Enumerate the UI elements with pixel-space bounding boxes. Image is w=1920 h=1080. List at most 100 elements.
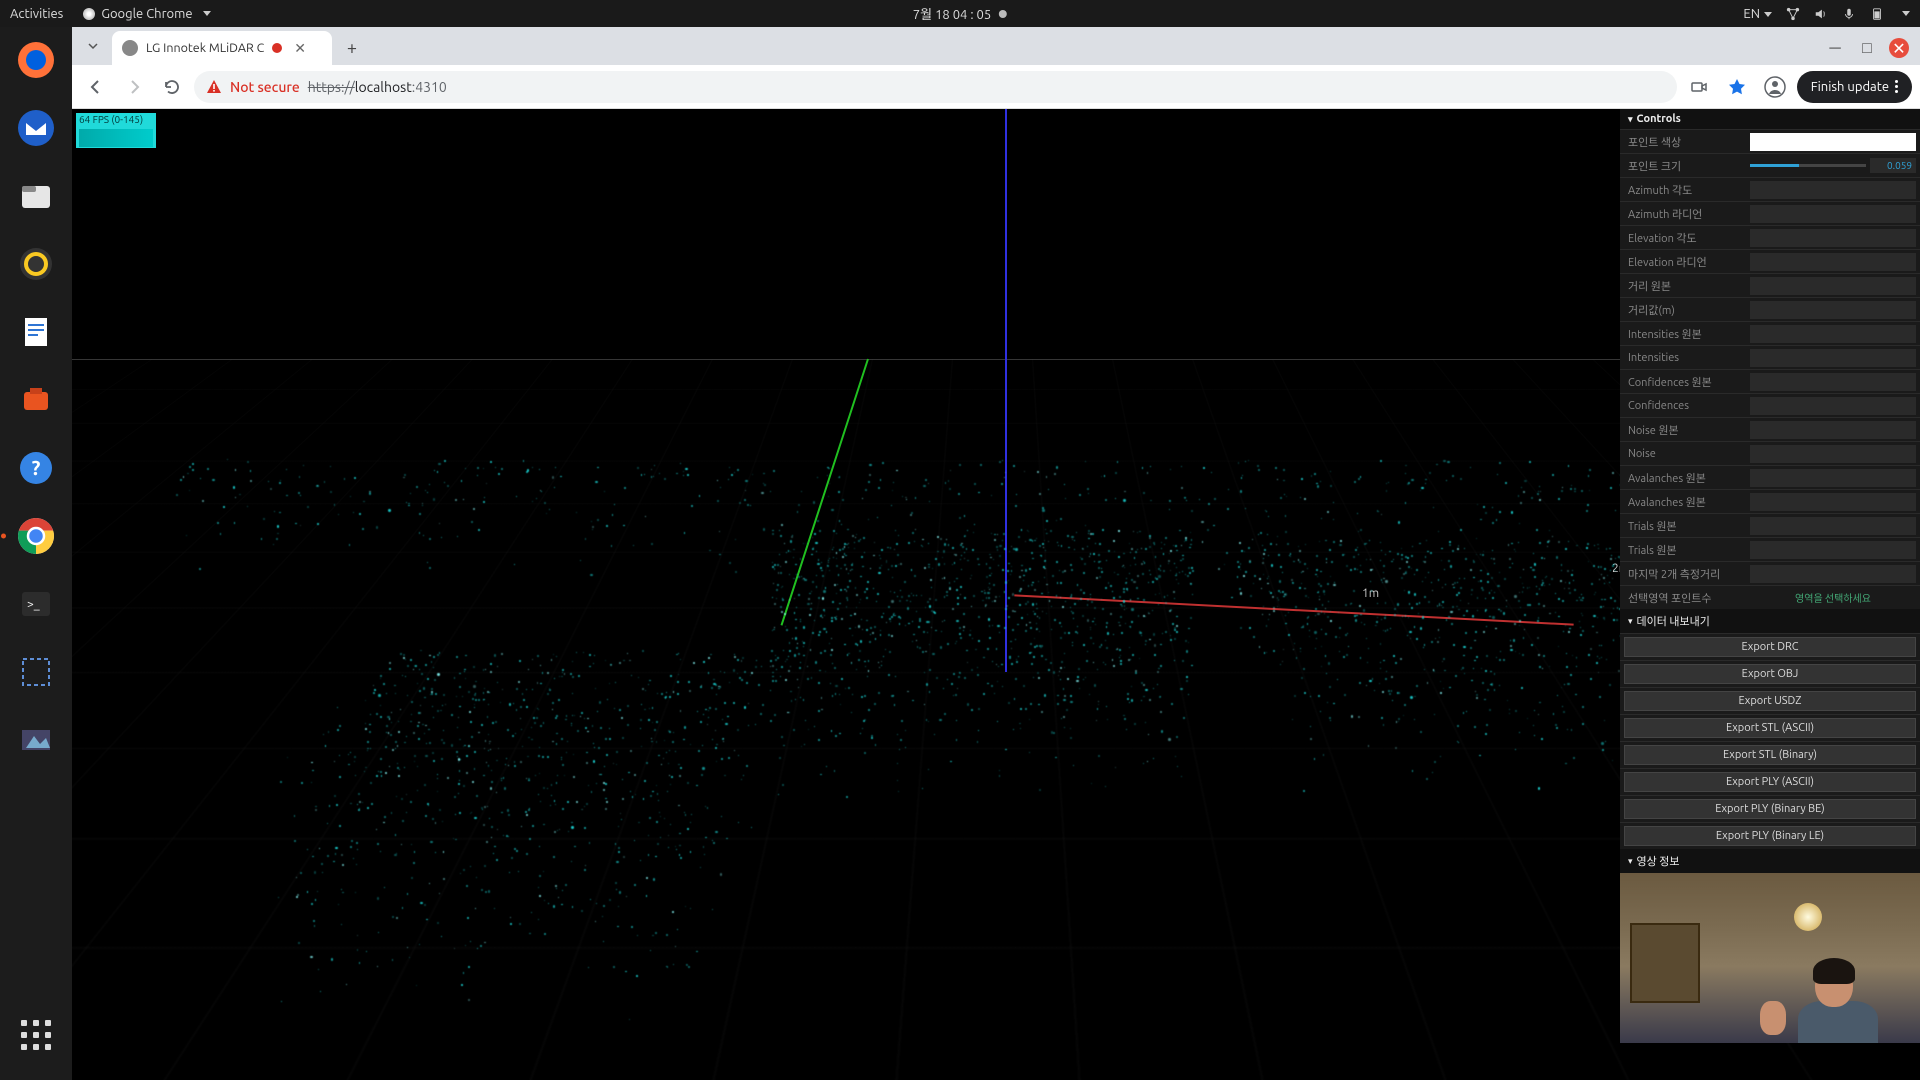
browser-toolbar: Not secure https://localhost:4310 Finish… bbox=[72, 65, 1920, 109]
ubuntu-dock: ? >_ bbox=[0, 27, 72, 1080]
window-minimize-button[interactable]: ─ bbox=[1820, 35, 1850, 61]
number-input[interactable] bbox=[1870, 158, 1916, 173]
text-input[interactable] bbox=[1750, 277, 1916, 295]
export-button[interactable]: Export PLY (Binary LE) bbox=[1624, 826, 1916, 846]
reload-button[interactable] bbox=[156, 71, 188, 103]
svg-text:?: ? bbox=[32, 456, 41, 479]
text-input[interactable] bbox=[1750, 181, 1916, 199]
text-input[interactable] bbox=[1750, 229, 1916, 247]
dock-chrome[interactable] bbox=[11, 511, 61, 561]
volume-icon[interactable] bbox=[1814, 7, 1828, 21]
system-menu-icon[interactable] bbox=[1902, 11, 1910, 16]
text-input[interactable] bbox=[1750, 421, 1916, 439]
text-input[interactable] bbox=[1750, 301, 1916, 319]
window-close-button[interactable]: ✕ bbox=[1889, 38, 1909, 58]
dock-firefox[interactable] bbox=[11, 35, 61, 85]
url-host: localhost bbox=[355, 79, 412, 95]
tab-close-button[interactable]: ✕ bbox=[294, 40, 306, 57]
dock-terminal[interactable]: >_ bbox=[11, 579, 61, 629]
export-button[interactable]: Export PLY (ASCII) bbox=[1624, 772, 1916, 792]
control-row: 거리값(m) bbox=[1620, 297, 1920, 321]
control-label: 거리값(m) bbox=[1620, 302, 1750, 318]
network-icon[interactable] bbox=[1786, 7, 1800, 21]
control-label: Noise 원본 bbox=[1620, 422, 1750, 438]
insecure-label: Not secure bbox=[230, 79, 300, 95]
camera-permission-icon[interactable] bbox=[1683, 71, 1715, 103]
clock[interactable]: 7월 18 04 : 05 bbox=[913, 4, 1007, 23]
control-label: 마지막 2개 측정거리 bbox=[1620, 566, 1750, 582]
mic-icon[interactable] bbox=[1842, 7, 1856, 21]
finish-update-button[interactable]: Finish update bbox=[1797, 71, 1912, 103]
address-bar[interactable]: Not secure https://localhost:4310 bbox=[194, 71, 1677, 103]
activities-button[interactable]: Activities bbox=[10, 7, 63, 21]
control-label: Confidences bbox=[1620, 400, 1750, 412]
recording-indicator-icon bbox=[272, 43, 282, 53]
dock-libreoffice[interactable] bbox=[11, 307, 61, 357]
app-menu[interactable]: Google Chrome bbox=[83, 7, 210, 21]
dock-files[interactable] bbox=[11, 171, 61, 221]
control-row: Trials 원본 bbox=[1620, 513, 1920, 537]
export-folder-header[interactable]: 데이터 내보내기 bbox=[1620, 609, 1920, 633]
export-button[interactable]: Export USDZ bbox=[1624, 691, 1916, 711]
export-button[interactable]: Export STL (ASCII) bbox=[1624, 718, 1916, 738]
control-row: Trials 원본 bbox=[1620, 537, 1920, 561]
control-row: Avalanches 원본 bbox=[1620, 465, 1920, 489]
fps-overlay: 64 FPS (0-145) bbox=[76, 113, 156, 148]
control-label: Noise bbox=[1620, 448, 1750, 460]
text-input[interactable] bbox=[1750, 565, 1916, 583]
battery-icon[interactable] bbox=[1870, 7, 1884, 21]
text-input[interactable] bbox=[1750, 373, 1916, 391]
export-button[interactable]: Export PLY (Binary BE) bbox=[1624, 799, 1916, 819]
new-tab-button[interactable]: + bbox=[338, 34, 366, 62]
search-tabs-button[interactable] bbox=[78, 31, 108, 61]
control-row: 거리 원본 bbox=[1620, 273, 1920, 297]
control-row: Noise bbox=[1620, 441, 1920, 465]
video-folder-header[interactable]: 영상 정보 bbox=[1620, 849, 1920, 873]
text-input[interactable] bbox=[1750, 469, 1916, 487]
controls-panel-header[interactable]: Controls bbox=[1620, 109, 1920, 129]
dock-show-apps[interactable] bbox=[11, 1010, 61, 1060]
control-row: Azimuth 라디언 bbox=[1620, 201, 1920, 225]
lidar-viewport[interactable]: 64 FPS (0-145) 1m 2m 3m Controls 포인트 색상포… bbox=[72, 109, 1920, 1080]
control-row: 포인트 크기 bbox=[1620, 153, 1920, 177]
back-button[interactable] bbox=[80, 71, 112, 103]
text-input[interactable] bbox=[1750, 205, 1916, 223]
export-button[interactable]: Export STL (Binary) bbox=[1624, 745, 1916, 765]
control-row: Azimuth 각도 bbox=[1620, 177, 1920, 201]
export-button[interactable]: Export DRC bbox=[1624, 637, 1916, 657]
slider[interactable] bbox=[1750, 164, 1866, 167]
text-input[interactable] bbox=[1750, 517, 1916, 535]
control-label: Trials 원본 bbox=[1620, 542, 1750, 558]
tab-title: LG Innotek MLiDAR C bbox=[146, 41, 264, 55]
control-row: Elevation 라디언 bbox=[1620, 249, 1920, 273]
dock-help[interactable]: ? bbox=[11, 443, 61, 493]
text-input[interactable] bbox=[1750, 397, 1916, 415]
text-input[interactable] bbox=[1750, 253, 1916, 271]
chrome-icon bbox=[83, 8, 95, 20]
control-label: Elevation 각도 bbox=[1620, 230, 1750, 246]
dock-rhythmbox[interactable] bbox=[11, 239, 61, 289]
forward-button[interactable] bbox=[118, 71, 150, 103]
url-scheme: https:// bbox=[308, 79, 355, 95]
dock-software[interactable] bbox=[11, 375, 61, 425]
text-input[interactable] bbox=[1750, 445, 1916, 463]
text-input[interactable] bbox=[1750, 541, 1916, 559]
bookmark-button[interactable] bbox=[1721, 71, 1753, 103]
profile-button[interactable] bbox=[1759, 71, 1791, 103]
control-row: Intensities bbox=[1620, 345, 1920, 369]
dock-screenshot[interactable] bbox=[11, 647, 61, 697]
dock-image-viewer[interactable] bbox=[11, 715, 61, 765]
tab-favicon-icon bbox=[122, 40, 138, 56]
dock-thunderbird[interactable] bbox=[11, 103, 61, 153]
color-input[interactable] bbox=[1750, 133, 1916, 151]
url-port: :4310 bbox=[412, 79, 447, 95]
text-input[interactable] bbox=[1750, 349, 1916, 367]
text-input[interactable] bbox=[1750, 493, 1916, 511]
window-maximize-button[interactable]: □ bbox=[1852, 35, 1882, 61]
control-row: Noise 원본 bbox=[1620, 417, 1920, 441]
export-button[interactable]: Export OBJ bbox=[1624, 664, 1916, 684]
browser-tab[interactable]: LG Innotek MLiDAR C ✕ bbox=[112, 31, 332, 65]
text-input[interactable] bbox=[1750, 325, 1916, 343]
control-label: Intensities bbox=[1620, 352, 1750, 364]
input-lang[interactable]: EN bbox=[1743, 7, 1772, 21]
